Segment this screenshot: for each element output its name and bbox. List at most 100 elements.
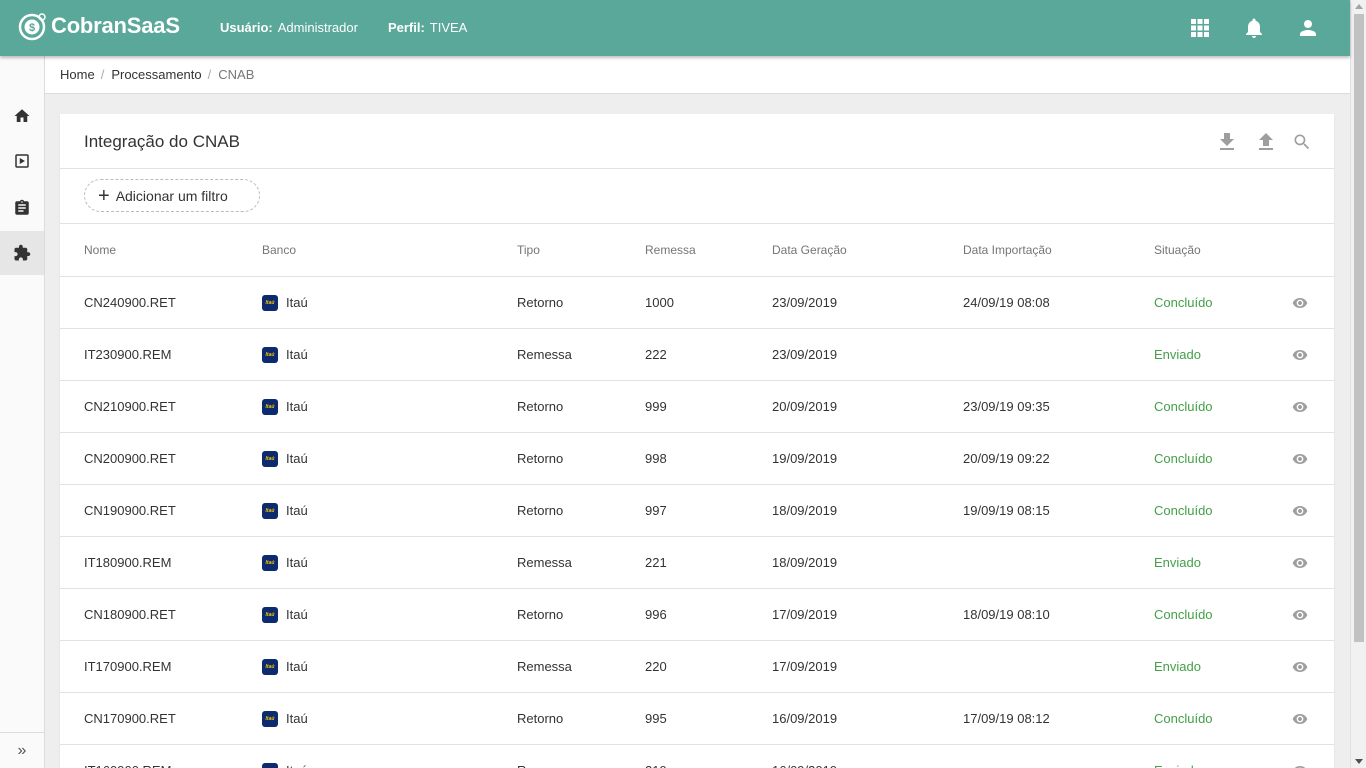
cell-data-geracao: 19/09/2019: [772, 451, 838, 466]
view-button[interactable]: [1292, 745, 1308, 768]
column-header-nome[interactable]: Nome: [84, 224, 116, 276]
profile-label: Perfil:: [387, 20, 425, 35]
eye-icon: [1292, 557, 1308, 568]
cell-nome: CN210900.RET: [84, 399, 176, 414]
cell-nome: CN180900.RET: [84, 607, 176, 622]
sidebar-item-media[interactable]: [0, 139, 44, 183]
table-row[interactable]: CN210900.RET Itaú Itaú Retorno 999 20/09/2019…: [60, 381, 1334, 433]
bank-name: Itaú: [286, 711, 308, 726]
download-icon[interactable]: [1215, 130, 1239, 154]
status-badge: Concluído: [1154, 503, 1213, 518]
cell-tipo: Remessa: [517, 745, 572, 768]
filter-row: + Adicionar um filtro: [60, 169, 1334, 224]
sidebar-item-integrations[interactable]: [0, 231, 44, 275]
view-button[interactable]: [1292, 381, 1308, 432]
status-badge: Enviado: [1154, 555, 1201, 570]
eye-icon: [1292, 505, 1308, 516]
bank-name: Itaú: [286, 607, 308, 622]
cell-banco: Itaú Itaú: [262, 693, 308, 744]
cell-nome: CN200900.RET: [84, 451, 176, 466]
scroll-up-arrow-icon[interactable]: [1355, 4, 1363, 9]
view-button[interactable]: [1292, 693, 1308, 744]
app-logo[interactable]: $ CobranSaaS: [18, 11, 180, 41]
breadcrumb-home[interactable]: Home: [60, 67, 95, 82]
cell-nome: IT230900.REM: [84, 347, 172, 362]
status-badge: Concluído: [1154, 295, 1213, 310]
svg-text:$: $: [29, 22, 35, 34]
scroll-down-arrow-icon[interactable]: [1355, 759, 1363, 764]
table-row[interactable]: CN240900.RET Itaú Itaú Retorno 1000 23/09/201…: [60, 277, 1334, 329]
sidebar-item-home[interactable]: [0, 94, 44, 138]
breadcrumb-processamento[interactable]: Processamento: [111, 67, 201, 82]
cell-remessa: 220: [645, 659, 667, 674]
add-filter-button[interactable]: + Adicionar um filtro: [84, 179, 260, 212]
cell-banco: Itaú Itaú: [262, 589, 308, 640]
search-icon[interactable]: [1292, 132, 1312, 152]
cell-nome: CN240900.RET: [84, 295, 176, 310]
apps-grid-icon[interactable]: [1188, 16, 1212, 40]
cell-tipo: Retorno: [517, 399, 564, 414]
table-row[interactable]: CN180900.RET Itaú Itaú Retorno 996 17/09/2019…: [60, 589, 1334, 641]
cell-data-geracao: 23/09/2019: [772, 347, 838, 362]
cell-data-geracao: 20/09/2019: [772, 399, 838, 414]
cnab-card: Integração do CNAB + Adicionar um filtro…: [60, 114, 1334, 768]
cell-data-geracao: 17/09/2019: [772, 659, 838, 674]
eye-icon: [1292, 609, 1308, 620]
column-header-banco[interactable]: Banco: [262, 224, 296, 276]
itau-logo-icon: Itaú: [262, 294, 278, 311]
cell-data-importacao: 18/09/19 08:10: [963, 607, 1050, 622]
cell-nome: IT180900.REM: [84, 555, 172, 570]
page-scrollbar[interactable]: [1350, 0, 1366, 768]
itau-logo-icon: Itaú: [262, 346, 278, 363]
sidebar-item-clipboard[interactable]: [0, 186, 44, 230]
column-header-data-geracao[interactable]: Data Geração: [772, 224, 847, 276]
cell-data-importacao: 24/09/19 08:08: [963, 295, 1050, 310]
cell-nome: IT170900.REM: [84, 659, 172, 674]
column-header-remessa[interactable]: Remessa: [645, 224, 696, 276]
view-button[interactable]: [1292, 641, 1308, 692]
cell-tipo: Remessa: [517, 347, 572, 362]
column-header-situacao[interactable]: Situação: [1154, 224, 1201, 276]
column-header-data-importacao[interactable]: Data Importação: [963, 224, 1052, 276]
view-button[interactable]: [1292, 589, 1308, 640]
user-label: Usuário:: [220, 20, 273, 35]
table-row[interactable]: CN170900.RET Itaú Itaú Retorno 995 16/09/2019…: [60, 693, 1334, 745]
itau-logo-icon: Itaú: [262, 450, 278, 467]
logo-text: CobranSaaS: [51, 13, 180, 38]
view-button[interactable]: [1292, 537, 1308, 588]
table-row[interactable]: CN200900.RET Itaú Itaú Retorno 998 19/09/2019…: [60, 433, 1334, 485]
breadcrumb-current: CNAB: [218, 67, 255, 82]
view-button[interactable]: [1292, 485, 1308, 536]
bell-icon[interactable]: [1242, 16, 1266, 40]
table-row[interactable]: IT180900.REM Itaú Itaú Remessa 221 18/09/2019…: [60, 537, 1334, 589]
itau-logo-icon: Itaú: [262, 502, 278, 519]
cell-tipo: Retorno: [517, 607, 564, 622]
itau-logo-icon: Itaú: [262, 398, 278, 415]
view-button[interactable]: [1292, 433, 1308, 484]
column-header-tipo[interactable]: Tipo: [517, 224, 540, 276]
table-body: CN240900.RET Itaú Itaú Retorno 1000 23/09/201…: [60, 277, 1334, 768]
view-button[interactable]: [1292, 329, 1308, 380]
table-row[interactable]: IT170900.REM Itaú Itaú Remessa 220 17/09/2019…: [60, 641, 1334, 693]
cell-banco: Itaú Itaú: [262, 537, 308, 588]
cell-remessa: 222: [645, 347, 667, 362]
account-icon[interactable]: [1296, 16, 1320, 40]
cell-nome: CN170900.RET: [84, 711, 176, 726]
table-row[interactable]: CN190900.RET Itaú Itaú Retorno 997 18/09/2019…: [60, 485, 1334, 537]
breadcrumb: Home / Processamento / CNAB: [45, 56, 1350, 94]
eye-icon: [1294, 765, 1306, 768]
table-row[interactable]: IT230900.REM Itaú Itaú Remessa 222 23/09/2019…: [60, 329, 1334, 381]
upload-icon[interactable]: [1254, 130, 1278, 154]
plus-icon: +: [98, 184, 110, 207]
cell-remessa: 996: [645, 607, 667, 622]
sidebar-expand-button[interactable]: »: [0, 732, 44, 768]
table-row[interactable]: IT160900.REM Itaú Itaú Remessa 219 16/09/2019…: [60, 745, 1334, 768]
status-badge: Enviado: [1154, 745, 1201, 768]
cell-remessa: 997: [645, 503, 667, 518]
scrollbar-thumb[interactable]: [1354, 14, 1364, 642]
itau-logo-icon: Itaú: [262, 710, 278, 727]
status-badge: Enviado: [1154, 659, 1201, 674]
view-button[interactable]: [1292, 277, 1308, 328]
eye-icon: [1292, 453, 1308, 464]
cell-remessa: 219: [645, 745, 667, 768]
